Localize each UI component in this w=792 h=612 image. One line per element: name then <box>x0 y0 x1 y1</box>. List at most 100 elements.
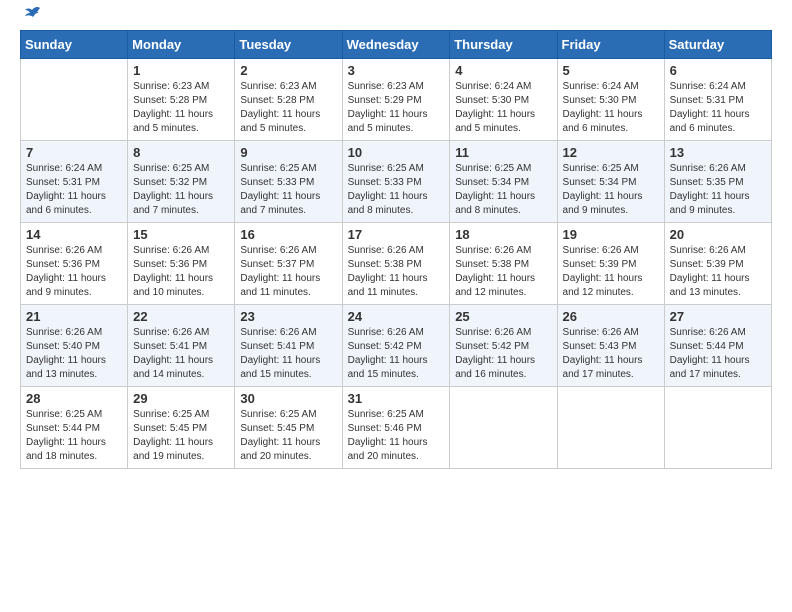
day-number: 21 <box>26 309 122 324</box>
calendar-cell: 31 Sunrise: 6:25 AM Sunset: 5:46 PM Dayli… <box>342 387 450 469</box>
day-info: Sunrise: 6:26 AM Sunset: 5:42 PM Dayligh… <box>348 326 445 382</box>
day-info: Sunrise: 6:26 AM Sunset: 5:44 PM Dayligh… <box>670 326 766 382</box>
day-info: Sunrise: 6:25 AM Sunset: 5:33 PM Dayligh… <box>348 162 445 218</box>
day-number: 29 <box>133 391 229 406</box>
day-info: Sunrise: 6:25 AM Sunset: 5:45 PM Dayligh… <box>240 408 336 464</box>
day-info: Sunrise: 6:24 AM Sunset: 5:30 PM Dayligh… <box>455 80 551 136</box>
day-info: Sunrise: 6:25 AM Sunset: 5:34 PM Dayligh… <box>563 162 659 218</box>
day-number: 6 <box>670 63 766 78</box>
day-number: 28 <box>26 391 122 406</box>
calendar-cell: 21 Sunrise: 6:26 AM Sunset: 5:40 PM Dayli… <box>21 305 128 387</box>
calendar-header-tuesday: Tuesday <box>235 31 342 59</box>
calendar-cell: 11 Sunrise: 6:25 AM Sunset: 5:34 PM Dayli… <box>450 141 557 223</box>
calendar-header-row: SundayMondayTuesdayWednesdayThursdayFrid… <box>21 31 772 59</box>
day-info: Sunrise: 6:23 AM Sunset: 5:28 PM Dayligh… <box>240 80 336 136</box>
day-number: 4 <box>455 63 551 78</box>
calendar-header-sunday: Sunday <box>21 31 128 59</box>
calendar-cell: 24 Sunrise: 6:26 AM Sunset: 5:42 PM Dayli… <box>342 305 450 387</box>
calendar-cell: 19 Sunrise: 6:26 AM Sunset: 5:39 PM Dayli… <box>557 223 664 305</box>
calendar-cell: 28 Sunrise: 6:25 AM Sunset: 5:44 PM Dayli… <box>21 387 128 469</box>
day-number: 23 <box>240 309 336 324</box>
day-info: Sunrise: 6:26 AM Sunset: 5:41 PM Dayligh… <box>240 326 336 382</box>
calendar-cell: 27 Sunrise: 6:26 AM Sunset: 5:44 PM Dayli… <box>664 305 771 387</box>
day-number: 22 <box>133 309 229 324</box>
calendar-cell: 20 Sunrise: 6:26 AM Sunset: 5:39 PM Dayli… <box>664 223 771 305</box>
day-number: 12 <box>563 145 659 160</box>
day-info: Sunrise: 6:23 AM Sunset: 5:28 PM Dayligh… <box>133 80 229 136</box>
day-number: 31 <box>348 391 445 406</box>
calendar-cell: 30 Sunrise: 6:25 AM Sunset: 5:45 PM Dayli… <box>235 387 342 469</box>
day-number: 20 <box>670 227 766 242</box>
calendar-table: SundayMondayTuesdayWednesdayThursdayFrid… <box>20 30 772 469</box>
calendar-cell <box>664 387 771 469</box>
day-number: 10 <box>348 145 445 160</box>
calendar-cell <box>450 387 557 469</box>
day-number: 7 <box>26 145 122 160</box>
calendar-cell: 13Sunrise: 6:26 AM Sunset: 5:35 PM Dayli… <box>664 141 771 223</box>
day-number: 17 <box>348 227 445 242</box>
day-number: 9 <box>240 145 336 160</box>
day-number: 18 <box>455 227 551 242</box>
calendar-header-monday: Monday <box>128 31 235 59</box>
calendar-cell: 5 Sunrise: 6:24 AM Sunset: 5:30 PM Daylig… <box>557 59 664 141</box>
calendar-cell: 22 Sunrise: 6:26 AM Sunset: 5:41 PM Dayli… <box>128 305 235 387</box>
calendar-cell: 8 Sunrise: 6:25 AM Sunset: 5:32 PM Daylig… <box>128 141 235 223</box>
day-info: Sunrise: 6:25 AM Sunset: 5:33 PM Dayligh… <box>240 162 336 218</box>
calendar-cell: 16 Sunrise: 6:26 AM Sunset: 5:37 PM Dayli… <box>235 223 342 305</box>
calendar-cell: 15Sunrise: 6:26 AM Sunset: 5:36 PM Dayli… <box>128 223 235 305</box>
day-number: 11 <box>455 145 551 160</box>
day-number: 30 <box>240 391 336 406</box>
calendar-cell: 23 Sunrise: 6:26 AM Sunset: 5:41 PM Dayli… <box>235 305 342 387</box>
calendar-cell: 9 Sunrise: 6:25 AM Sunset: 5:33 PM Daylig… <box>235 141 342 223</box>
calendar-cell: 3Sunrise: 6:23 AM Sunset: 5:29 PM Daylig… <box>342 59 450 141</box>
day-info: Sunrise: 6:26 AM Sunset: 5:42 PM Dayligh… <box>455 326 551 382</box>
day-number: 27 <box>670 309 766 324</box>
day-number: 19 <box>563 227 659 242</box>
day-info: Sunrise: 6:25 AM Sunset: 5:46 PM Dayligh… <box>348 408 445 464</box>
calendar-cell: 26Sunrise: 6:26 AM Sunset: 5:43 PM Dayli… <box>557 305 664 387</box>
day-number: 1 <box>133 63 229 78</box>
page-header <box>20 10 772 22</box>
day-info: Sunrise: 6:26 AM Sunset: 5:43 PM Dayligh… <box>563 326 659 382</box>
calendar-cell: 25 Sunrise: 6:26 AM Sunset: 5:42 PM Dayli… <box>450 305 557 387</box>
day-info: Sunrise: 6:25 AM Sunset: 5:34 PM Dayligh… <box>455 162 551 218</box>
day-number: 15 <box>133 227 229 242</box>
calendar-week-row: 7 Sunrise: 6:24 AM Sunset: 5:31 PM Daylig… <box>21 141 772 223</box>
day-info: Sunrise: 6:25 AM Sunset: 5:32 PM Dayligh… <box>133 162 229 218</box>
day-info: Sunrise: 6:26 AM Sunset: 5:38 PM Dayligh… <box>455 244 551 300</box>
calendar-week-row: 28 Sunrise: 6:25 AM Sunset: 5:44 PM Dayli… <box>21 387 772 469</box>
calendar-cell <box>21 59 128 141</box>
day-number: 5 <box>563 63 659 78</box>
calendar-cell: 17 Sunrise: 6:26 AM Sunset: 5:38 PM Dayli… <box>342 223 450 305</box>
calendar-cell: 4 Sunrise: 6:24 AM Sunset: 5:30 PM Daylig… <box>450 59 557 141</box>
day-info: Sunrise: 6:25 AM Sunset: 5:44 PM Dayligh… <box>26 408 122 464</box>
calendar-cell: 18 Sunrise: 6:26 AM Sunset: 5:38 PM Dayli… <box>450 223 557 305</box>
day-info: Sunrise: 6:24 AM Sunset: 5:30 PM Dayligh… <box>563 80 659 136</box>
calendar-cell: 14 Sunrise: 6:26 AM Sunset: 5:36 PM Dayli… <box>21 223 128 305</box>
logo-bird-icon <box>22 6 44 26</box>
calendar-cell: 2 Sunrise: 6:23 AM Sunset: 5:28 PM Daylig… <box>235 59 342 141</box>
day-info: Sunrise: 6:26 AM Sunset: 5:39 PM Dayligh… <box>670 244 766 300</box>
day-number: 13 <box>670 145 766 160</box>
calendar-cell: 29Sunrise: 6:25 AM Sunset: 5:45 PM Dayli… <box>128 387 235 469</box>
day-number: 14 <box>26 227 122 242</box>
day-info: Sunrise: 6:26 AM Sunset: 5:40 PM Dayligh… <box>26 326 122 382</box>
day-number: 24 <box>348 309 445 324</box>
calendar-header-saturday: Saturday <box>664 31 771 59</box>
day-info: Sunrise: 6:26 AM Sunset: 5:38 PM Dayligh… <box>348 244 445 300</box>
day-info: Sunrise: 6:26 AM Sunset: 5:37 PM Dayligh… <box>240 244 336 300</box>
calendar-cell: 6 Sunrise: 6:24 AM Sunset: 5:31 PM Daylig… <box>664 59 771 141</box>
day-info: Sunrise: 6:26 AM Sunset: 5:39 PM Dayligh… <box>563 244 659 300</box>
day-number: 16 <box>240 227 336 242</box>
day-info: Sunrise: 6:26 AM Sunset: 5:36 PM Dayligh… <box>26 244 122 300</box>
day-info: Sunrise: 6:24 AM Sunset: 5:31 PM Dayligh… <box>26 162 122 218</box>
day-info: Sunrise: 6:26 AM Sunset: 5:41 PM Dayligh… <box>133 326 229 382</box>
calendar-week-row: 21 Sunrise: 6:26 AM Sunset: 5:40 PM Dayli… <box>21 305 772 387</box>
calendar-cell <box>557 387 664 469</box>
day-number: 8 <box>133 145 229 160</box>
calendar-cell: 7 Sunrise: 6:24 AM Sunset: 5:31 PM Daylig… <box>21 141 128 223</box>
day-number: 25 <box>455 309 551 324</box>
day-info: Sunrise: 6:24 AM Sunset: 5:31 PM Dayligh… <box>670 80 766 136</box>
day-number: 2 <box>240 63 336 78</box>
day-number: 3 <box>348 63 445 78</box>
